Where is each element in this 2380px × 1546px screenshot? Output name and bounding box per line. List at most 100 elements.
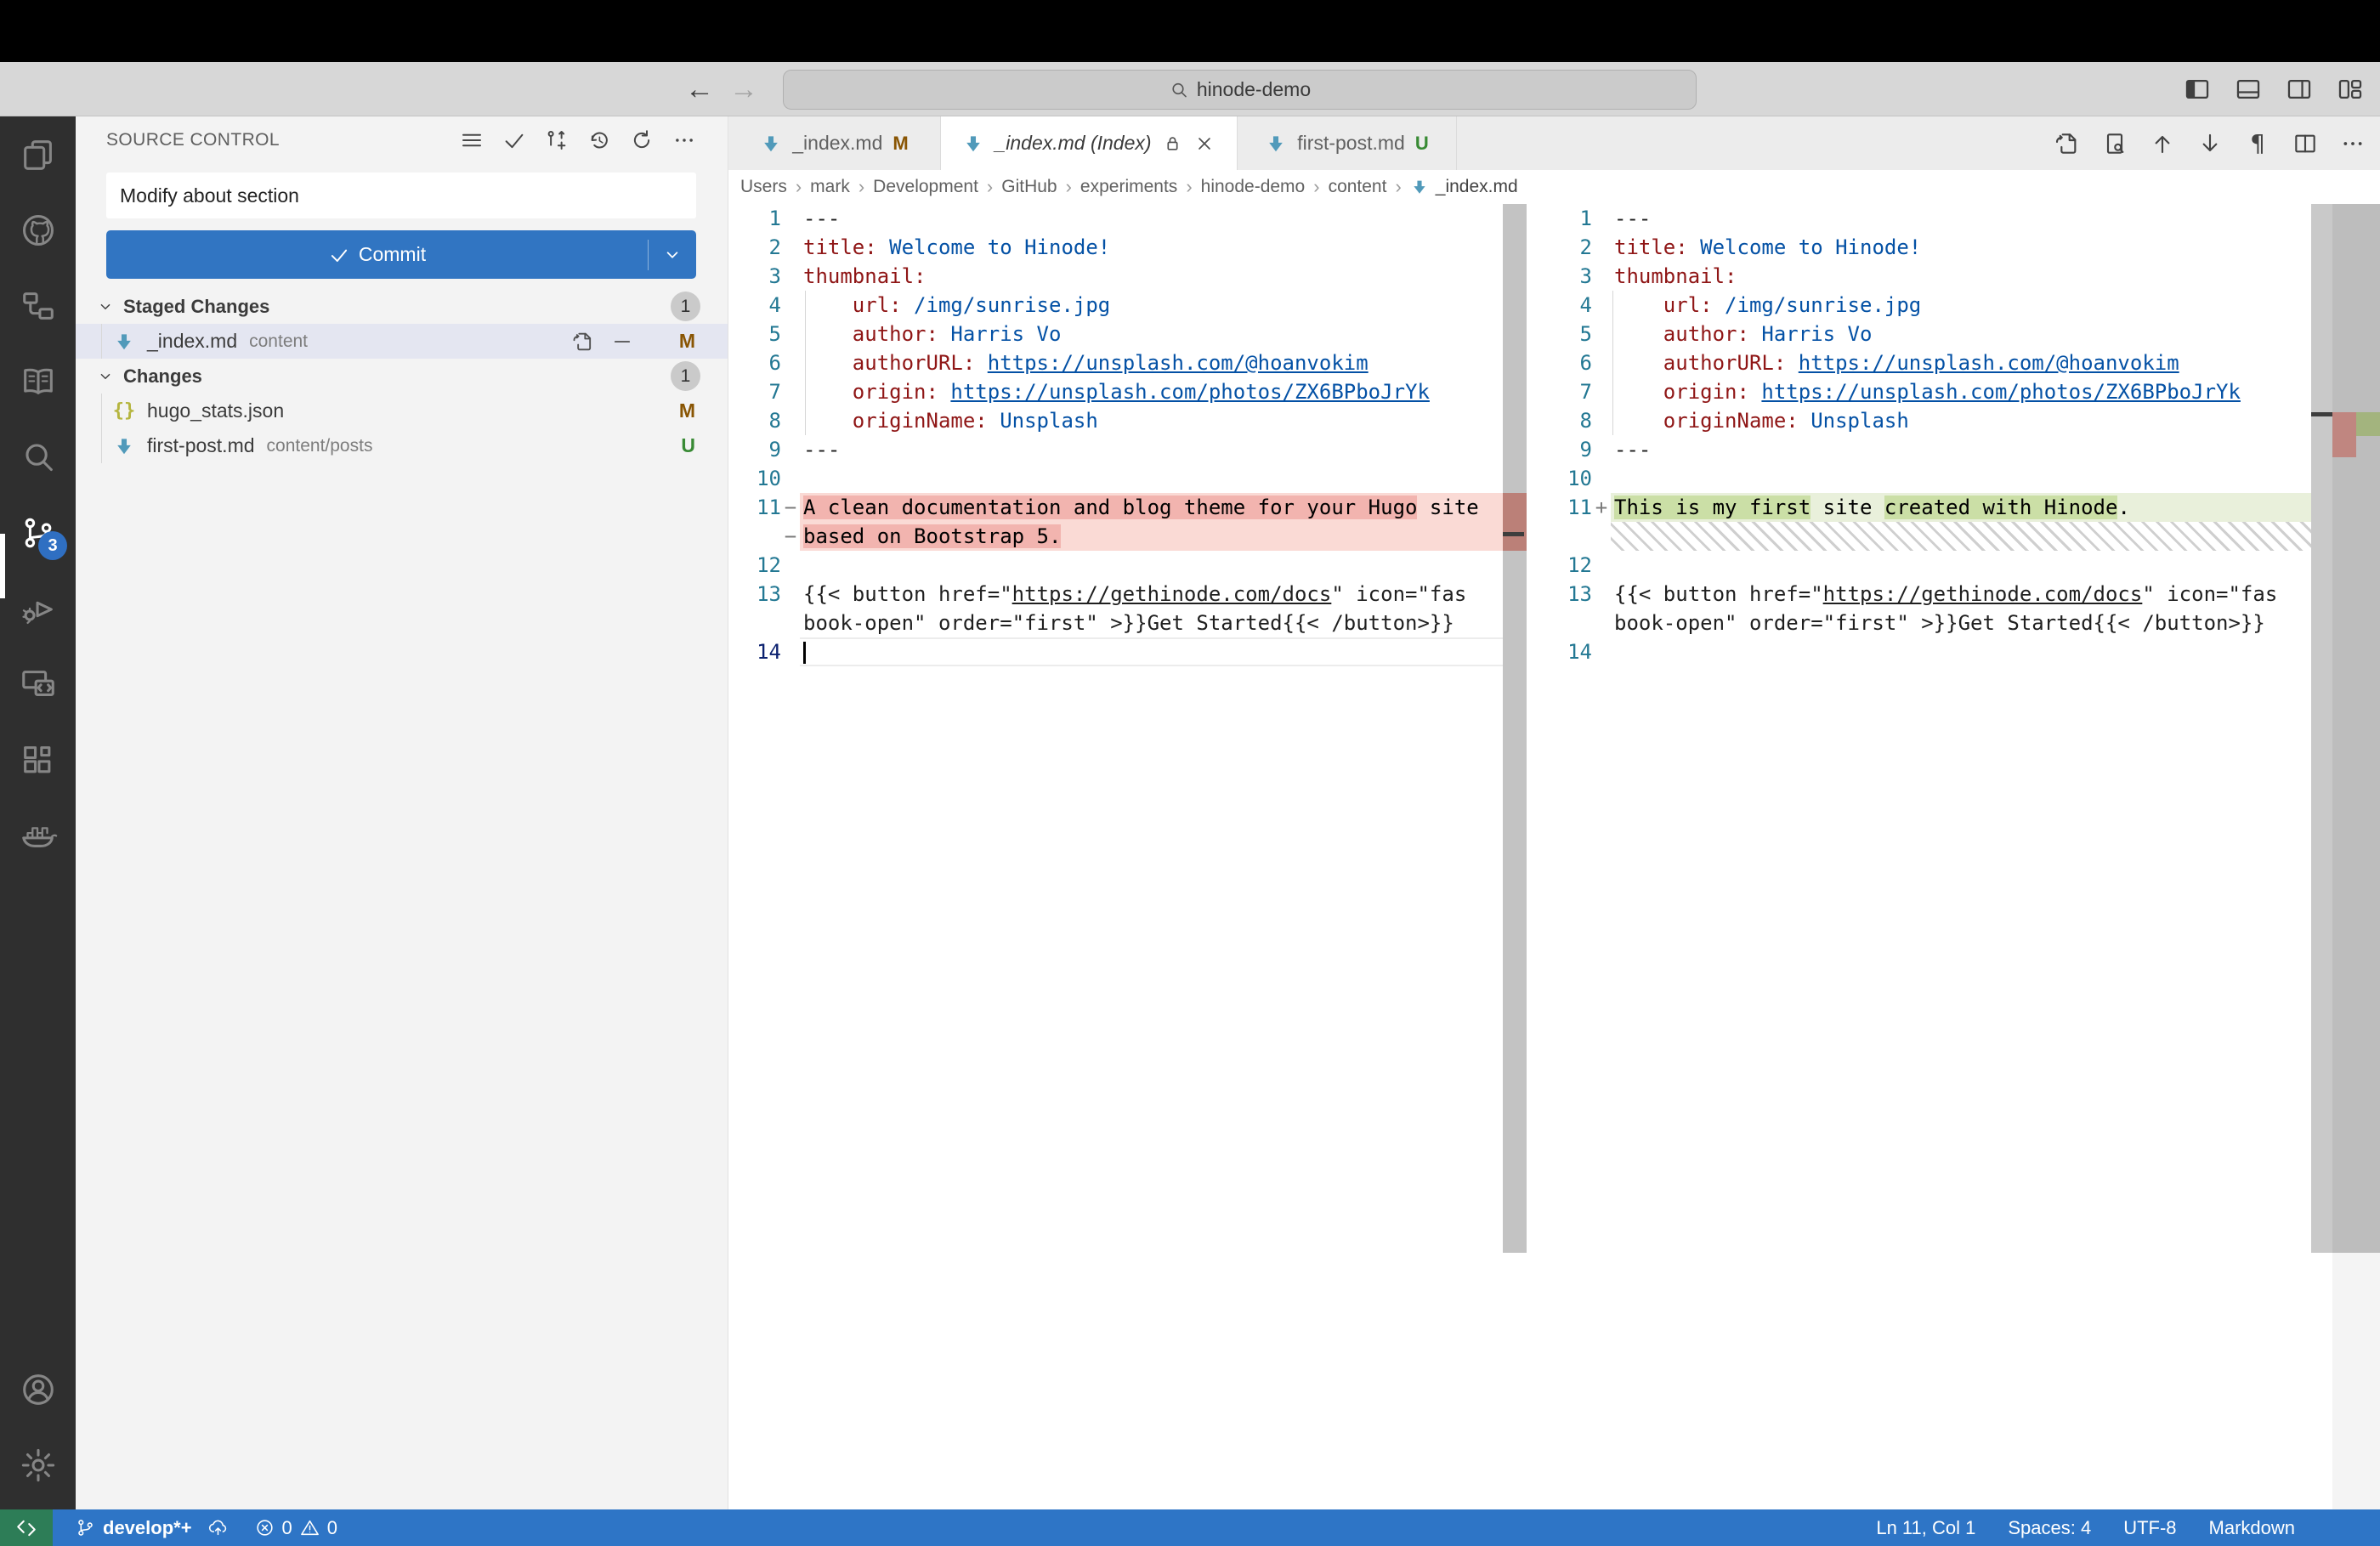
code-line-8[interactable]: 8 originName: Unsplash	[728, 406, 1503, 435]
diff-modified-pane[interactable]: 1 --- 2 title: Welcome to Hinode! 3 thum…	[1530, 204, 2380, 666]
open-changes-icon[interactable]	[2101, 130, 2128, 157]
code-line-11[interactable]: 11+ This is my first site created with H…	[1530, 493, 2380, 522]
code-line-10[interactable]: 10	[728, 464, 1503, 493]
chevron-down-icon[interactable]	[96, 297, 115, 316]
code-line-12[interactable]: 12	[728, 551, 1503, 580]
code-line-1[interactable]: 1 ---	[728, 204, 1503, 233]
activity-settings[interactable]	[0, 1427, 76, 1503]
next-change-icon[interactable]	[2196, 130, 2224, 157]
tab-first-post-md[interactable]: first-post.md U	[1238, 116, 1457, 170]
toggle-primary-sidebar-icon[interactable]	[2183, 75, 2212, 104]
left-pane-scrollbar[interactable]	[1503, 204, 1527, 1253]
breadcrumb-item[interactable]: Development	[873, 177, 978, 197]
activity-source-control[interactable]: 3	[0, 495, 76, 570]
nav-back-button[interactable]: ←	[680, 70, 719, 109]
code-line-7[interactable]: 7 origin: https://unsplash.com/photos/ZX…	[728, 377, 1503, 406]
code-line-4[interactable]: 4 url: /img/sunrise.jpg	[728, 291, 1503, 320]
breadcrumb-file[interactable]: _index.md	[1436, 177, 1518, 197]
code-line-2[interactable]: 2 title: Welcome to Hinode!	[728, 233, 1503, 262]
code-line-14[interactable]: 14	[728, 637, 1503, 666]
activity-extensions[interactable]	[0, 722, 76, 797]
group-header-changes[interactable]: Changes 1	[76, 359, 728, 394]
change-item-first-post.md[interactable]: first-post.md content/posts U	[76, 428, 728, 463]
breadcrumb-item[interactable]: experiments	[1080, 177, 1177, 197]
right-pane-scrollbar[interactable]	[2311, 204, 2332, 1253]
activity-remote-explorer[interactable]	[0, 646, 76, 722]
more-icon[interactable]	[2339, 130, 2366, 157]
code-line-3[interactable]: 3 thumbnail:	[728, 262, 1503, 291]
breadcrumb-item[interactable]: GitHub	[1001, 177, 1057, 197]
code-line-10[interactable]: 10	[1530, 464, 2380, 493]
code-line-7[interactable]: 7 origin: https://unsplash.com/photos/ZX…	[1530, 377, 2380, 406]
code-line[interactable]	[1530, 522, 2380, 551]
remote-indicator[interactable]	[0, 1509, 53, 1546]
code-line-8[interactable]: 8 originName: Unsplash	[1530, 406, 2380, 435]
view-as-list-icon[interactable]	[459, 127, 484, 153]
breadcrumb-item[interactable]: content	[1329, 177, 1387, 197]
code-line-4[interactable]: 4 url: /img/sunrise.jpg	[1530, 291, 2380, 320]
split-editor-icon[interactable]	[2292, 130, 2319, 157]
code-line-9[interactable]: 9 ---	[1530, 435, 2380, 464]
code-line-6[interactable]: 6 authorURL: https://unsplash.com/@hoanv…	[728, 348, 1503, 377]
activity-run-debug[interactable]	[0, 570, 76, 646]
code-line-5[interactable]: 5 author: Harris Vo	[1530, 320, 2380, 348]
code-line-2[interactable]: 2 title: Welcome to Hinode!	[1530, 233, 2380, 262]
code-line-13[interactable]: 13 {{< button href="https://gethinode.co…	[1530, 580, 2380, 609]
change-item-hugo_stats.json[interactable]: {} hugo_stats.json M	[76, 394, 728, 428]
change-item-_index.md[interactable]: _index.md content M	[76, 324, 728, 359]
code-line[interactable]: book-open" order="first" >}}Get Started{…	[728, 609, 1503, 637]
code-line-9[interactable]: 9 ---	[728, 435, 1503, 464]
language-mode[interactable]: Markdown	[2209, 1517, 2295, 1539]
commit-message-input[interactable]: Modify about section	[106, 173, 696, 218]
activity-explorer[interactable]	[0, 116, 76, 192]
code-line-14[interactable]: 14	[1530, 637, 2380, 666]
tab--index-md[interactable]: _index.md M	[728, 116, 941, 170]
commit-button[interactable]: Commit	[106, 230, 696, 279]
open-file-icon[interactable]	[571, 330, 595, 354]
toggle-panel-icon[interactable]	[2234, 75, 2263, 104]
breadcrumb-item[interactable]: Users	[740, 177, 787, 197]
nav-forward-button[interactable]: →	[724, 70, 763, 109]
chevron-down-icon[interactable]	[96, 367, 115, 386]
code-line-1[interactable]: 1 ---	[1530, 204, 2380, 233]
customize-layout-icon[interactable]	[2336, 75, 2365, 104]
activity-docs-book[interactable]	[0, 343, 76, 419]
code-line-12[interactable]: 12	[1530, 551, 2380, 580]
group-header-staged-changes[interactable]: Staged Changes 1	[76, 289, 728, 324]
code-line-5[interactable]: 5 author: Harris Vo	[728, 320, 1503, 348]
more-icon[interactable]	[672, 127, 697, 153]
indentation[interactable]: Spaces: 4	[2008, 1517, 2091, 1539]
breadcrumb-item[interactable]: mark	[810, 177, 850, 197]
tab--index-md-Index-[interactable]: _index.md (Index)	[941, 116, 1238, 170]
activity-docker[interactable]	[0, 797, 76, 873]
unstage-minus-icon[interactable]	[610, 330, 634, 354]
close-icon[interactable]	[1193, 133, 1216, 155]
breadcrumb-item[interactable]: hinode-demo	[1201, 177, 1306, 197]
encoding[interactable]: UTF-8	[2123, 1517, 2176, 1539]
command-center-search[interactable]: hinode-demo	[783, 70, 1697, 110]
commit-dropdown-button[interactable]	[648, 240, 696, 270]
cursor-position[interactable]: Ln 11, Col 1	[1876, 1517, 1975, 1539]
diff-editor[interactable]: 1 --- 2 title: Welcome to Hinode! 3 thum…	[728, 204, 2380, 1509]
open-file-icon[interactable]	[2054, 130, 2081, 157]
history-icon[interactable]	[586, 127, 612, 153]
activity-github[interactable]	[0, 192, 76, 268]
activity-hierarchy-view[interactable]	[0, 268, 76, 343]
branch-status[interactable]: develop*+	[75, 1517, 229, 1539]
branch-plus-icon[interactable]	[544, 127, 570, 153]
code-line-3[interactable]: 3 thumbnail:	[1530, 262, 2380, 291]
code-line[interactable]: book-open" order="first" >}}Get Started{…	[1530, 609, 2380, 637]
code-line-11[interactable]: 11− A clean documentation and blog theme…	[728, 493, 1503, 522]
breadcrumb[interactable]: Users›mark›Development›GitHub›experiment…	[728, 170, 2380, 204]
code-line-6[interactable]: 6 authorURL: https://unsplash.com/@hoanv…	[1530, 348, 2380, 377]
refresh-icon[interactable]	[629, 127, 654, 153]
commit-check-icon[interactable]	[502, 127, 527, 153]
code-line[interactable]: − based on Bootstrap 5.	[728, 522, 1503, 551]
diff-original-pane[interactable]: 1 --- 2 title: Welcome to Hinode! 3 thum…	[728, 204, 1503, 666]
pilcrow-icon[interactable]: ¶	[2244, 130, 2271, 157]
toggle-secondary-sidebar-icon[interactable]	[2285, 75, 2314, 104]
activity-account[interactable]	[0, 1351, 76, 1427]
previous-change-icon[interactable]	[2149, 130, 2176, 157]
code-line-13[interactable]: 13 {{< button href="https://gethinode.co…	[728, 580, 1503, 609]
activity-search[interactable]	[0, 419, 76, 495]
